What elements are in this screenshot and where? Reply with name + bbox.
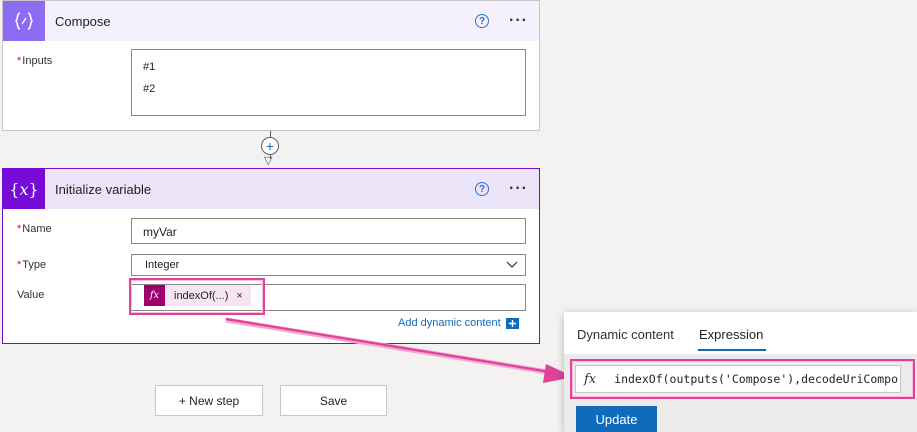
add-dynamic-content-link[interactable]: Add dynamic content xyxy=(398,317,519,329)
tab-dynamic-content[interactable]: Dynamic content xyxy=(577,327,674,342)
fx-icon: fx xyxy=(144,285,165,306)
type-value: Integer xyxy=(145,259,180,271)
variable-x-icon: {𝑥} xyxy=(3,169,45,209)
active-tab-indicator xyxy=(698,349,766,351)
save-button[interactable]: Save xyxy=(280,385,387,416)
compose-header[interactable]: Compose ? ··· xyxy=(3,1,539,41)
type-select[interactable]: Integer xyxy=(131,254,526,276)
type-label: *Type xyxy=(17,259,47,271)
more-options-icon[interactable]: ··· xyxy=(509,13,528,29)
expression-text: indexOf(outputs('Compose'),decodeUriComp… xyxy=(614,372,899,386)
add-dynamic-icon xyxy=(505,317,519,329)
token-remove-icon[interactable]: × xyxy=(236,290,242,302)
inputs-field[interactable]: #1 #2 xyxy=(131,49,526,116)
init-variable-header[interactable]: {𝑥} Initialize variable ? ··· xyxy=(3,169,539,209)
initialize-variable-card: {𝑥} Initialize variable ? ··· *Name myVa… xyxy=(2,168,540,344)
init-variable-title: Initialize variable xyxy=(55,181,152,197)
new-step-button[interactable]: + New step xyxy=(155,385,263,416)
help-icon[interactable]: ? xyxy=(475,182,489,196)
inputs-line-1: #1 xyxy=(143,61,156,73)
inputs-line-2: #2 xyxy=(143,83,156,95)
fx-icon: fx xyxy=(584,371,597,387)
token-label: indexOf(...) xyxy=(174,289,229,302)
help-icon[interactable]: ? xyxy=(475,14,489,28)
name-value: myVar xyxy=(143,225,177,239)
add-dynamic-content-label: Add dynamic content xyxy=(398,317,501,329)
update-button[interactable]: Update xyxy=(576,406,657,432)
name-input[interactable]: myVar xyxy=(131,218,526,244)
inputs-label: *Inputs xyxy=(17,55,53,67)
arrow-down-icon: ▽ xyxy=(264,155,273,167)
variable-x-glyph: {𝑥} xyxy=(9,179,39,199)
expression-token[interactable]: fx indexOf(...) × xyxy=(144,285,251,306)
compose-card: Compose ? ··· *Inputs #1 #2 xyxy=(2,0,540,131)
value-label: Value xyxy=(17,289,45,301)
braces-icon-svg xyxy=(14,12,34,30)
insert-step-button[interactable]: + xyxy=(261,137,279,155)
name-label: *Name xyxy=(17,223,52,235)
chevron-down-icon xyxy=(506,261,518,268)
more-options-icon[interactable]: ··· xyxy=(509,181,528,197)
braces-icon xyxy=(3,1,45,41)
expression-input[interactable]: fx indexOf(outputs('Compose'),decodeUriC… xyxy=(575,365,901,393)
tab-expression[interactable]: Expression xyxy=(699,327,763,342)
compose-title: Compose xyxy=(55,13,111,29)
